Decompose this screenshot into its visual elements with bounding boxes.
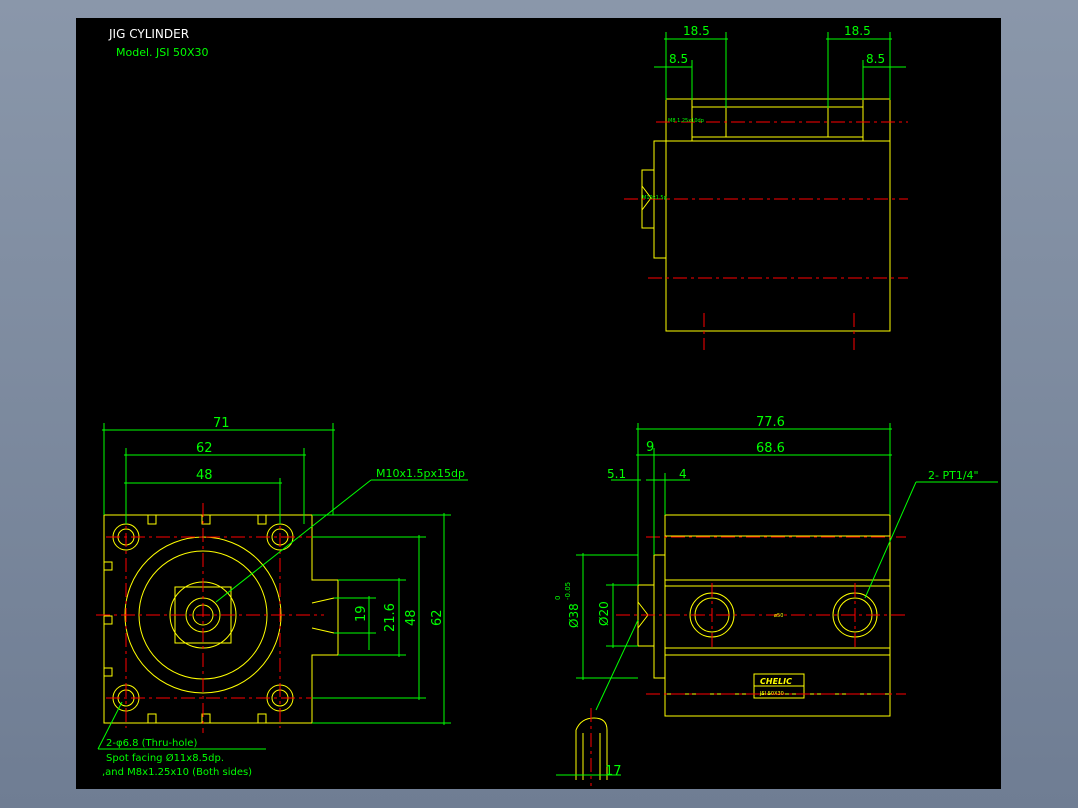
side-dim-dia20: Ø20 (597, 601, 611, 626)
brand-name: CHELIC (760, 677, 792, 686)
front-hole-note-1: 2-φ6.8 (Thru-hole) (106, 738, 197, 749)
brand-subtext: JSI 50X30 (759, 691, 784, 697)
side-dim-dia38-tol-lower: -0.05 (564, 582, 572, 600)
side-dim-dia38-tol-upper: 0 (554, 596, 562, 600)
viewer-frame: JIG CYLINDER Model. JSI 50X30 18.5 8.5 1… (0, 0, 1078, 808)
front-view (103, 514, 339, 724)
front-dim-h-62: 62 (430, 609, 445, 626)
side-dim-dia38: Ø38 (567, 603, 581, 628)
side-dim-9: 9 (646, 440, 654, 455)
front-dim-h-19: 19 (354, 605, 369, 622)
front-view-centerlines (96, 503, 324, 733)
side-dim-total: 77.6 (756, 415, 785, 430)
top-dim-right-outer: 18.5 (844, 24, 871, 38)
top-view-body (665, 98, 891, 332)
top-dim-right-inner: 8.5 (866, 52, 885, 66)
side-dim-5-1: 5.1 (607, 467, 626, 481)
top-dim-left-inner: 8.5 (669, 52, 688, 66)
cad-drawing-canvas[interactable]: JIG CYLINDER Model. JSI 50X30 18.5 8.5 1… (76, 18, 1001, 789)
side-dim-4: 4 (679, 467, 687, 481)
top-view-end-block-right (862, 98, 891, 142)
front-dim-width-71: 71 (213, 416, 230, 431)
side-center-label: ø50 (774, 613, 783, 619)
top-dim-left-outer: 18.5 (683, 24, 710, 38)
side-dim-68-6: 68.6 (756, 441, 785, 456)
front-hole-note-3: ,and M8x1.25x10 (Both sides) (102, 767, 252, 778)
front-dim-h-48: 48 (404, 609, 419, 626)
front-dim-width-48: 48 (196, 468, 213, 483)
front-hole-note-2: Spot facing Ø11x8.5dp. (106, 752, 224, 764)
front-thread-callout: M10x1.5px15dp (376, 467, 465, 480)
drawing-title: JIG CYLINDER (108, 27, 189, 41)
front-dim-h-21-6: 21.6 (383, 603, 398, 632)
side-dim-17: 17 (605, 764, 622, 779)
top-view-dimensions (654, 32, 906, 108)
model-label: Model. JSI 50X30 (116, 46, 209, 59)
top-view (641, 98, 891, 332)
front-dim-width-62: 62 (196, 441, 213, 456)
top-view-centerlines (624, 121, 908, 350)
drawing-svg: JIG CYLINDER Model. JSI 50X30 18.5 8.5 1… (96, 24, 998, 786)
side-port-note: 2- PT1/4" (928, 469, 979, 482)
top-center-note: M10x1.5p (642, 195, 667, 201)
top-thread-note: M8 1.25x10dp (668, 118, 704, 124)
